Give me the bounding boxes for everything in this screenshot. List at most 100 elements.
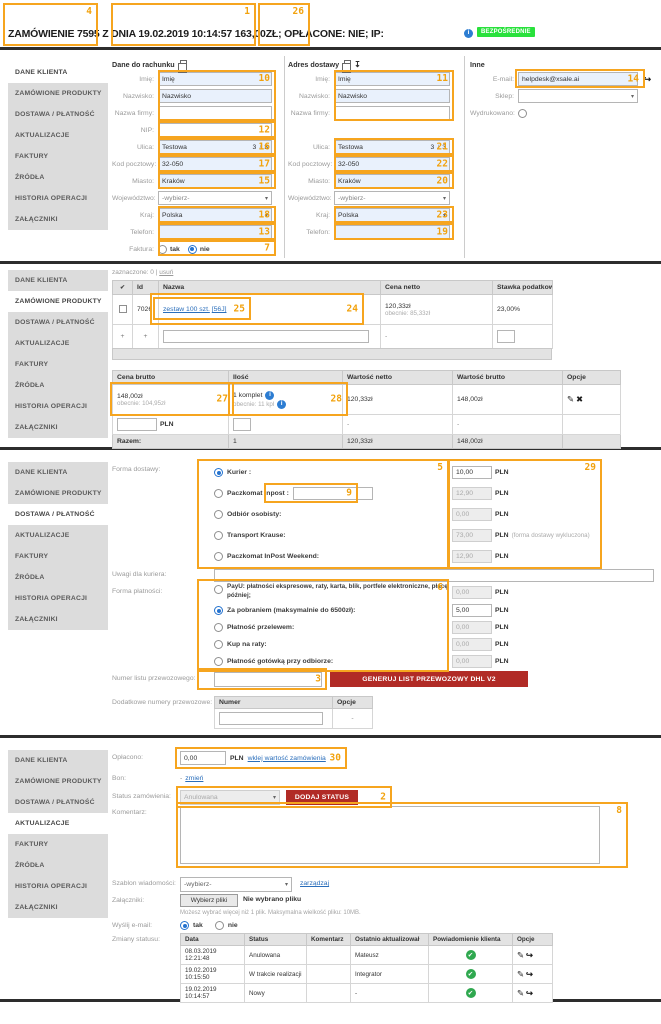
- shipping-zip-input[interactable]: 32-050: [334, 157, 450, 171]
- billing-zip-input[interactable]: 32-050: [158, 157, 272, 171]
- printed-radio[interactable]: [518, 109, 527, 118]
- delivery-krause-radio[interactable]: [214, 531, 223, 540]
- shipping-last-name-input[interactable]: Nazwisko: [334, 89, 450, 103]
- shipping-street-input[interactable]: Testowa3/3: [334, 140, 450, 154]
- delete-selected-link[interactable]: usuń: [159, 269, 173, 276]
- courier-notes-input[interactable]: [214, 569, 654, 582]
- shipping-first-name-input[interactable]: Imię: [334, 72, 450, 86]
- delivery-weekend-radio[interactable]: [214, 552, 223, 561]
- info-icon[interactable]: [464, 29, 473, 38]
- invoice-yes-radio[interactable]: [158, 245, 167, 254]
- copy-icon[interactable]: [180, 60, 187, 68]
- sidebar-item-zrodla[interactable]: ŹRÓDŁA: [8, 567, 108, 588]
- sidebar-item-zamowione-produkty[interactable]: ZAMÓWIONE PRODUKTY: [8, 83, 108, 104]
- new-vat-input[interactable]: [497, 330, 515, 343]
- paste-down-icon[interactable]: [354, 60, 361, 69]
- sidebar-item-faktury[interactable]: FAKTURY: [8, 354, 108, 375]
- send-email-yes-radio[interactable]: [180, 921, 189, 930]
- sidebar-item-zamowione-produkty[interactable]: ZAMÓWIONE PRODUKTY: [8, 771, 108, 792]
- sidebar-item-dane-klienta[interactable]: DANE KLIENTA: [8, 750, 108, 771]
- edit-icon[interactable]: [567, 394, 574, 404]
- billing-last-name-input[interactable]: Nazwisko: [158, 89, 272, 103]
- edit-icon[interactable]: [517, 988, 524, 998]
- delivery-odbior-radio[interactable]: [214, 510, 223, 519]
- row-checkbox[interactable]: [119, 305, 127, 313]
- sidebar-item-dostawa-platnosc[interactable]: DOSTAWA / PŁATNOŚĆ: [8, 792, 108, 813]
- change-bon-link[interactable]: zmień: [185, 775, 203, 782]
- invoice-no-radio[interactable]: [188, 245, 197, 254]
- edit-icon[interactable]: [517, 969, 524, 979]
- new-qty-input[interactable]: [233, 418, 251, 431]
- info-icon[interactable]: [265, 391, 274, 400]
- shop-select[interactable]: [518, 89, 638, 103]
- sidebar-item-zalaczniki[interactable]: ZAŁĄCZNIKI: [8, 209, 108, 230]
- sidebar-item-dane-klienta[interactable]: DANE KLIENTA: [8, 270, 108, 291]
- choose-files-button[interactable]: Wybierz pliki: [180, 894, 238, 907]
- copy-icon[interactable]: [344, 60, 351, 68]
- new-product-name-input[interactable]: [163, 330, 369, 343]
- paste-order-value-link[interactable]: wklej wartość zamówienia: [248, 755, 326, 762]
- shipping-company-input[interactable]: [334, 106, 450, 120]
- sidebar-item-zalaczniki[interactable]: ZAŁĄCZNIKI: [8, 897, 108, 918]
- sidebar-item-historia-operacji[interactable]: HISTORIA OPERACJI: [8, 396, 108, 417]
- billing-street-input[interactable]: Testowa3/3: [158, 140, 272, 154]
- sidebar-item-dane-klienta[interactable]: DANE KLIENTA: [8, 462, 108, 483]
- sidebar-item-dane-klienta[interactable]: DANE KLIENTA: [8, 62, 108, 83]
- sidebar-item-zrodla[interactable]: ŹRÓDŁA: [8, 375, 108, 396]
- sidebar-item-aktualizacje[interactable]: AKTUALIZACJE: [8, 525, 108, 546]
- manage-templates-link[interactable]: zarządzaj: [300, 880, 329, 887]
- sidebar-item-dostawa-platnosc[interactable]: DOSTAWA / PŁATNOŚĆ: [8, 104, 108, 125]
- delivery-kurier-radio[interactable]: [214, 468, 223, 477]
- sidebar-item-zamowione-produkty[interactable]: ZAMÓWIONE PRODUKTY: [8, 291, 108, 312]
- sidebar-item-aktualizacje[interactable]: AKTUALIZACJE: [8, 125, 108, 146]
- sidebar-item-zalaczniki[interactable]: ZAŁĄCZNIKI: [8, 609, 108, 630]
- send-email-no-radio[interactable]: [215, 921, 224, 930]
- extra-waybill-input[interactable]: [219, 712, 323, 725]
- shipping-phone-input[interactable]: [334, 225, 450, 239]
- payment-raty-radio[interactable]: [214, 640, 223, 649]
- resend-icon[interactable]: [526, 950, 533, 960]
- product-link[interactable]: zestaw 100 szt.: [163, 306, 210, 313]
- shipping-city-input[interactable]: Kraków: [334, 174, 450, 188]
- resend-icon[interactable]: [526, 988, 533, 998]
- template-select[interactable]: -wybierz-: [180, 877, 292, 892]
- resend-icon[interactable]: [526, 969, 533, 979]
- sidebar-item-faktury[interactable]: FAKTURY: [8, 546, 108, 567]
- paid-amount-input[interactable]: 0,00: [180, 751, 226, 765]
- select-all-checkbox[interactable]: [120, 284, 125, 291]
- billing-country-select[interactable]: Polska: [158, 208, 272, 222]
- shipping-province-select[interactable]: -wybierz-: [334, 191, 450, 205]
- delivery-price-input[interactable]: 10,00: [452, 466, 492, 479]
- billing-first-name-input[interactable]: Imię: [158, 72, 272, 86]
- sidebar-item-zrodla[interactable]: ŹRÓDŁA: [8, 167, 108, 188]
- sidebar-item-historia-operacji[interactable]: HISTORIA OPERACJI: [8, 876, 108, 897]
- sidebar-item-historia-operacji[interactable]: HISTORIA OPERACJI: [8, 188, 108, 209]
- payment-gotowka-radio[interactable]: [214, 657, 223, 666]
- edit-icon[interactable]: [517, 950, 524, 960]
- sidebar-item-faktury[interactable]: FAKTURY: [8, 146, 108, 167]
- info-icon[interactable]: [277, 400, 286, 409]
- payment-payu-radio[interactable]: [214, 585, 223, 594]
- email-input[interactable]: helpdesk@xsale.ai: [518, 72, 638, 86]
- billing-nip-input[interactable]: [158, 123, 272, 137]
- sidebar-item-aktualizacje[interactable]: AKTUALIZACJE: [8, 333, 108, 354]
- forward-email-icon[interactable]: [644, 75, 651, 84]
- billing-company-input[interactable]: [158, 106, 272, 120]
- payment-przelew-radio[interactable]: [214, 623, 223, 632]
- sidebar-item-faktury[interactable]: FAKTURY: [8, 834, 108, 855]
- sidebar-item-zamowione-produkty[interactable]: ZAMÓWIONE PRODUKTY: [8, 483, 108, 504]
- product-code-link[interactable]: [56J]: [212, 306, 227, 313]
- sidebar-item-aktualizacje[interactable]: AKTUALIZACJE: [8, 813, 108, 834]
- new-gross-input[interactable]: [117, 418, 157, 431]
- sidebar-item-zalaczniki[interactable]: ZAŁĄCZNIKI: [8, 417, 108, 438]
- paczkomat-code-input[interactable]: [293, 487, 373, 500]
- payment-pobranie-radio[interactable]: [214, 606, 223, 615]
- shipping-country-select[interactable]: Polska: [334, 208, 450, 222]
- add-status-button[interactable]: DODAJ STATUS: [286, 790, 358, 805]
- sidebar-item-dostawa-platnosc[interactable]: DOSTAWA / PŁATNOŚĆ: [8, 504, 108, 525]
- delivery-paczkomat-radio[interactable]: [214, 489, 223, 498]
- payment-price-input[interactable]: 5,00: [452, 604, 492, 617]
- delete-icon[interactable]: [576, 394, 583, 404]
- waybill-number-input[interactable]: [214, 672, 322, 687]
- billing-phone-input[interactable]: [158, 225, 272, 239]
